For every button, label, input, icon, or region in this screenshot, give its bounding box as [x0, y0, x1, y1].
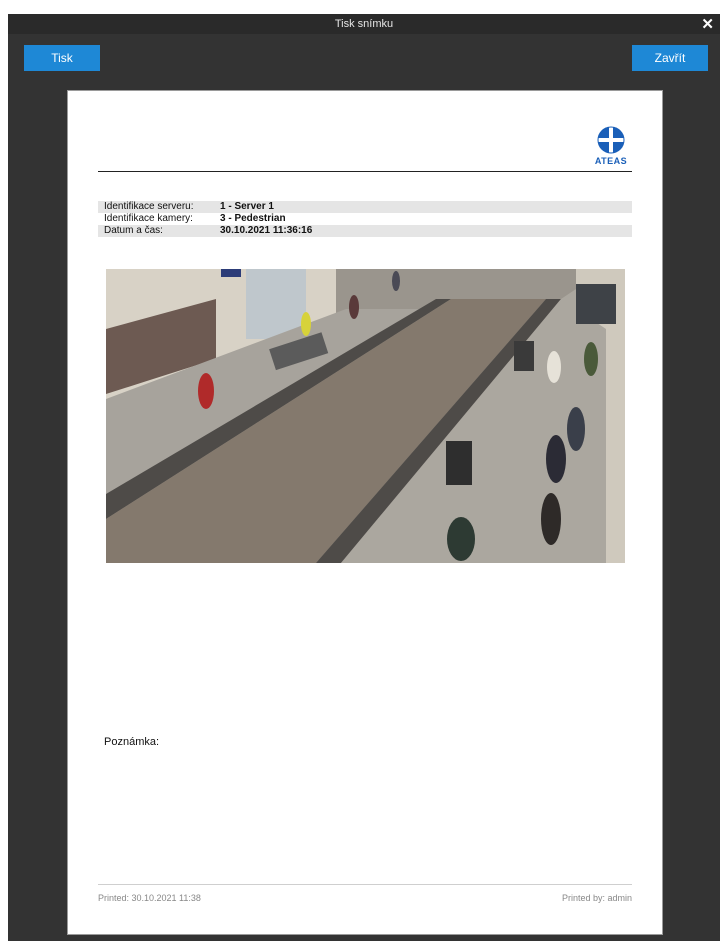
header-divider: [98, 171, 632, 172]
printed-date: Printed: 30.10.2021 11:38: [98, 893, 201, 903]
info-label: Identifikace kamery:: [104, 213, 193, 224]
info-row-datetime: Datum a čas: 30.10.2021 11:36:16: [98, 225, 632, 237]
info-label: Datum a čas:: [104, 225, 163, 236]
info-table: Identifikace serveru: 1 - Server 1 Ident…: [98, 201, 632, 237]
street-scene-image: [106, 269, 625, 563]
note-label: Poznámka:: [104, 736, 160, 748]
title-bar: Tisk snímku ✕: [8, 14, 720, 34]
info-value: 30.10.2021 11:36:16: [220, 225, 313, 236]
print-dialog: Tisk snímku ✕ Tisk Zavřít ATEAS Identifi…: [8, 14, 720, 941]
ateas-logo: ATEAS: [589, 126, 633, 170]
camera-snapshot: [106, 269, 625, 563]
info-row-camera: Identifikace kamery: 3 - Pedestrian: [98, 213, 632, 225]
close-button[interactable]: Zavřít: [632, 45, 708, 71]
close-icon[interactable]: ✕: [701, 15, 714, 33]
print-button[interactable]: Tisk: [24, 45, 100, 71]
info-value: 1 - Server 1: [220, 201, 274, 212]
info-label: Identifikace serveru:: [104, 201, 194, 212]
dialog-title: Tisk snímku: [334, 18, 394, 30]
logo-text: ATEAS: [594, 156, 628, 166]
printed-by: Printed by: admin: [561, 893, 632, 903]
print-preview-page: ATEAS Identifikace serveru: 1 - Server 1…: [67, 90, 663, 935]
info-row-server: Identifikace serveru: 1 - Server 1: [98, 201, 632, 213]
logo-icon: [595, 126, 627, 154]
info-value: 3 - Pedestrian: [220, 213, 286, 224]
footer-divider: [98, 884, 632, 885]
